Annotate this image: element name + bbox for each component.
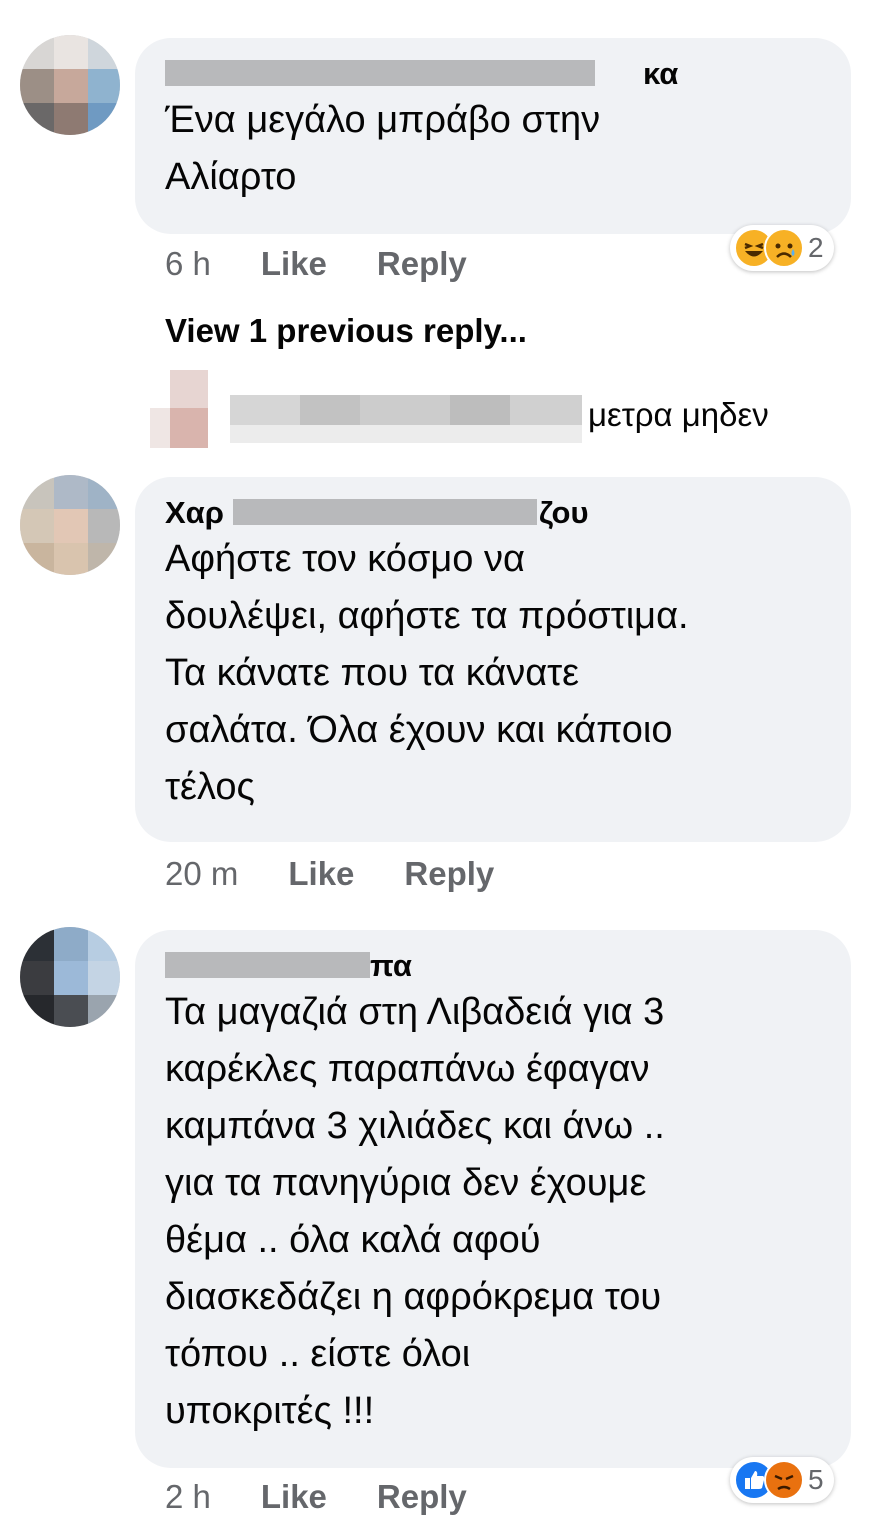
author-name-fragment: κα (643, 56, 679, 91)
angry-emoji-icon (764, 1460, 804, 1500)
sad-emoji-icon (764, 228, 804, 268)
comment-actions: 20 m Like Reply (165, 855, 494, 893)
comment-timestamp[interactable]: 2 h (165, 1478, 211, 1516)
comment-timestamp[interactable]: 6 h (165, 245, 211, 283)
like-button[interactable]: Like (261, 245, 327, 283)
reply-preview-avatar[interactable] (150, 370, 230, 448)
comment-timestamp[interactable]: 20 m (165, 855, 238, 893)
comment-author[interactable]: Χαρ ζου (165, 495, 821, 531)
author-name-fragment: πα (370, 948, 412, 983)
view-previous-replies-link[interactable]: View 1 previous reply... (165, 312, 527, 350)
reply-preview-text[interactable]: μετρα μηδεν (588, 396, 769, 434)
comment-bubble: κα Ένα μεγάλο μπράβο στην Αλίαρτο (135, 38, 851, 234)
comment-text: Ένα μεγάλο μπράβο στην Αλίαρτο (165, 99, 601, 198)
comment-text: Τα μαγαζιά στη Λιβαδειά για 3 καρέκλες π… (165, 991, 665, 1432)
reply-button[interactable]: Reply (377, 245, 467, 283)
reply-button[interactable]: Reply (377, 1478, 467, 1516)
reaction-count: 2 (808, 232, 824, 263)
avatar[interactable] (20, 35, 120, 135)
reactions-summary[interactable]: 2 (730, 225, 834, 271)
reaction-count: 5 (808, 1464, 824, 1495)
reactions-summary[interactable]: 5 (730, 1457, 834, 1503)
like-button[interactable]: Like (261, 1478, 327, 1516)
avatar[interactable] (20, 475, 120, 575)
comment-text: Αφήστε τον κόσμο να δουλέψει, αφήστε τα … (165, 538, 689, 808)
comment-author[interactable]: πα (165, 948, 821, 984)
reply-button[interactable]: Reply (404, 855, 494, 893)
comment-author[interactable]: κα (165, 56, 821, 92)
comment-actions: 2 h Like Reply (165, 1478, 467, 1516)
avatar[interactable] (20, 927, 120, 1027)
comment-bubble: Χαρ ζου Αφήστε τον κόσμο να δουλέψει, αφ… (135, 477, 851, 842)
reply-preview-author-redacted (230, 395, 582, 443)
author-name-fragment: Χαρ (165, 495, 224, 530)
like-button[interactable]: Like (288, 855, 354, 893)
comment-bubble: πα Τα μαγαζιά στη Λιβαδειά για 3 καρέκλε… (135, 930, 851, 1468)
comment-actions: 6 h Like Reply (165, 245, 467, 283)
author-name-fragment: ζου (539, 495, 589, 530)
